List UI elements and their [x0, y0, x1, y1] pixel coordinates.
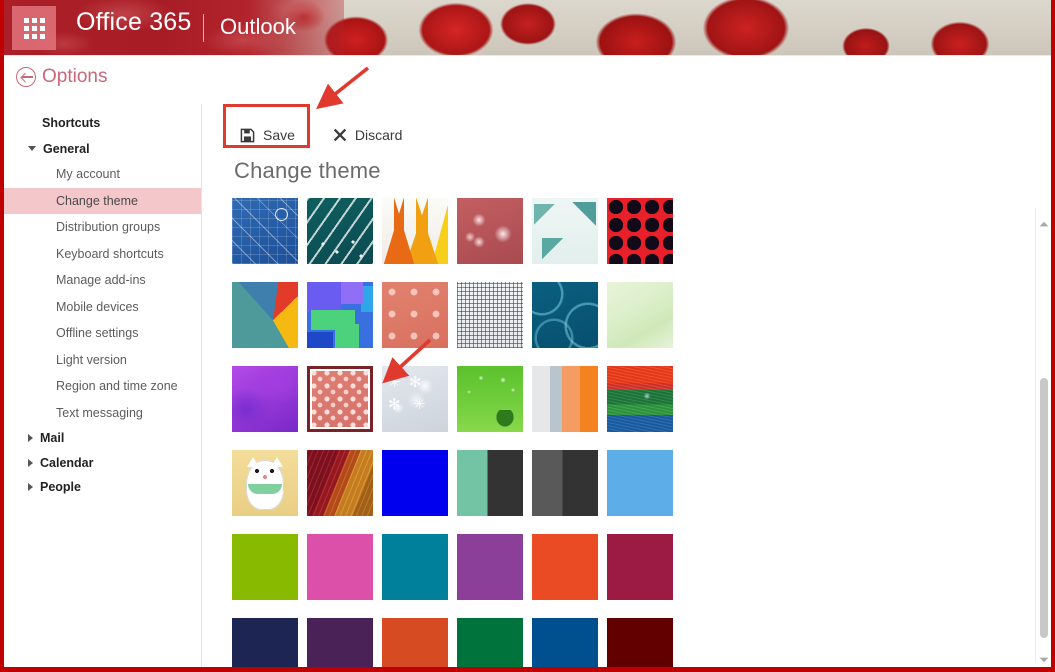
- scroll-up-arrow-icon[interactable]: [1039, 214, 1049, 227]
- sidebar-group-label: General: [43, 141, 90, 156]
- scroll-down-arrow-icon[interactable]: [1039, 650, 1049, 663]
- sidebar-item-mobile-devices[interactable]: Mobile devices: [4, 294, 201, 321]
- vertical-scrollbar[interactable]: [1035, 208, 1051, 663]
- theme-thumbnail[interactable]: [232, 534, 298, 600]
- theme-thumbnail[interactable]: [607, 534, 673, 600]
- chevron-down-icon: [28, 146, 36, 152]
- brand-separator: [203, 14, 204, 42]
- theme-thumbnail[interactable]: [382, 534, 448, 600]
- theme-thumbnail[interactable]: [307, 282, 373, 348]
- sidebar-item-region-and-time-zone[interactable]: Region and time zone: [4, 373, 201, 400]
- sidebar-group-people[interactable]: People: [4, 475, 201, 500]
- chevron-right-icon: [28, 483, 33, 492]
- theme-thumbnail[interactable]: [232, 282, 298, 348]
- sidebar-item-my-account[interactable]: My account: [4, 161, 201, 188]
- options-sidebar: Shortcuts General My account Change them…: [4, 104, 202, 667]
- app-name[interactable]: Outlook: [220, 14, 296, 40]
- options-header: Options: [4, 56, 1051, 104]
- sidebar-item-manage-add-ins[interactable]: Manage add-ins: [4, 267, 201, 294]
- sidebar-item-distribution-groups[interactable]: Distribution groups: [4, 214, 201, 241]
- theme-thumbnail[interactable]: [457, 198, 523, 264]
- theme-thumbnail[interactable]: [307, 534, 373, 600]
- theme-thumbnail[interactable]: [532, 198, 598, 264]
- cat-ear-icon: [247, 457, 259, 467]
- back-to-mail-link[interactable]: Options: [16, 66, 107, 88]
- sidebar-group-label: Mail: [40, 431, 65, 445]
- options-main-pane: Save Discard Change theme: [202, 104, 1051, 667]
- outlook-options-window: Office 365 Outlook Options Shortcuts Gen…: [0, 0, 1055, 672]
- chevron-right-icon: [28, 434, 33, 443]
- sidebar-group-label: People: [40, 480, 81, 494]
- theme-thumbnail[interactable]: [382, 198, 448, 264]
- theme-thumbnail[interactable]: [532, 282, 598, 348]
- theme-thumbnail[interactable]: [532, 366, 598, 432]
- theme-thumbnail[interactable]: [382, 450, 448, 516]
- sidebar-item-shortcuts[interactable]: Shortcuts: [4, 110, 201, 137]
- theme-thumbnail[interactable]: [382, 618, 448, 667]
- theme-thumbnail[interactable]: [532, 450, 598, 516]
- theme-thumbnail[interactable]: [532, 618, 598, 667]
- theme-thumbnail[interactable]: [607, 618, 673, 667]
- scrollbar-thumb[interactable]: [1040, 378, 1048, 638]
- options-toolbar: Save Discard: [232, 104, 1051, 154]
- sidebar-group-mail[interactable]: Mail: [4, 426, 201, 451]
- page-title: Options: [42, 66, 108, 87]
- waffle-grid-icon: [23, 17, 45, 39]
- theme-thumbnail[interactable]: [382, 366, 448, 432]
- theme-thumbnail[interactable]: [232, 618, 298, 667]
- save-button[interactable]: Save: [232, 122, 303, 148]
- theme-thumbnail[interactable]: [232, 198, 298, 264]
- sidebar-item-light-version[interactable]: Light version: [4, 347, 201, 374]
- sidebar-item-text-messaging[interactable]: Text messaging: [4, 400, 201, 427]
- options-body: Shortcuts General My account Change them…: [4, 104, 1051, 667]
- theme-thumbnail[interactable]: [457, 534, 523, 600]
- sidebar-item-offline-settings[interactable]: Offline settings: [4, 320, 201, 347]
- top-banner: Office 365 Outlook: [4, 0, 1051, 56]
- theme-thumbnail[interactable]: [607, 198, 673, 264]
- theme-thumbnail[interactable]: [307, 450, 373, 516]
- theme-thumbnail[interactable]: [607, 450, 673, 516]
- theme-thumbnail-selected[interactable]: [307, 366, 373, 432]
- sidebar-group-label: Calendar: [40, 455, 94, 470]
- theme-thumbnail[interactable]: [457, 618, 523, 667]
- section-title: Change theme: [234, 158, 381, 183]
- theme-thumbnail[interactable]: [457, 282, 523, 348]
- x-close-icon: [333, 128, 347, 142]
- theme-thumbnail[interactable]: [382, 282, 448, 348]
- theme-thumbnail[interactable]: [307, 618, 373, 667]
- theme-thumbnail[interactable]: [457, 366, 523, 432]
- theme-thumbnail[interactable]: [607, 282, 673, 348]
- theme-thumbnail[interactable]: [232, 450, 298, 516]
- floppy-disk-save-icon: [240, 128, 255, 143]
- cat-ear-icon: [271, 457, 283, 467]
- sidebar-item-keyboard-shortcuts[interactable]: Keyboard shortcuts: [4, 241, 201, 268]
- chevron-right-icon: [28, 458, 33, 467]
- suite-name[interactable]: Office 365: [76, 8, 192, 37]
- theme-thumbnail[interactable]: [457, 450, 523, 516]
- save-button-label: Save: [263, 127, 295, 143]
- theme-thumbnail[interactable]: [607, 366, 673, 432]
- cat-face-icon: [254, 468, 276, 480]
- sidebar-item-change-theme[interactable]: Change theme: [4, 187, 201, 214]
- theme-thumbnail[interactable]: [232, 366, 298, 432]
- discard-button[interactable]: Discard: [325, 122, 410, 148]
- discard-button-label: Discard: [354, 127, 403, 143]
- theme-thumbnail[interactable]: [532, 534, 598, 600]
- sidebar-group-calendar[interactable]: Calendar: [4, 451, 201, 476]
- theme-thumbnail[interactable]: [307, 198, 373, 264]
- theme-thumbnail-grid: [232, 198, 692, 667]
- back-circle-arrow-icon: [16, 67, 36, 87]
- app-launcher-button[interactable]: [12, 6, 56, 50]
- sidebar-group-general[interactable]: General: [4, 137, 201, 162]
